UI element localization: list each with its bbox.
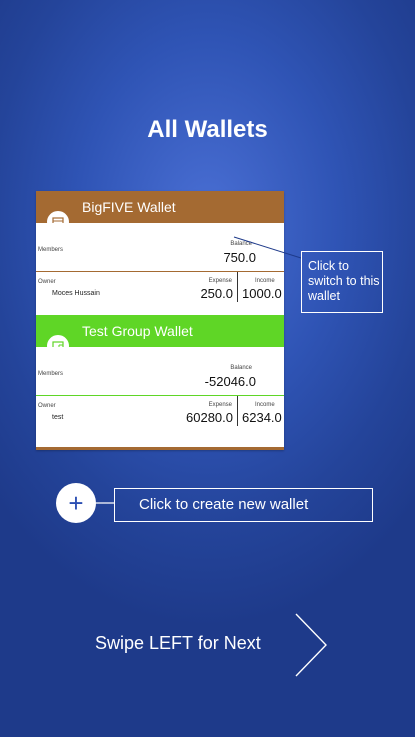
switch-wallet-tooltip: Click to switch to this wallet: [301, 251, 383, 313]
callout-connectors: [96, 236, 327, 677]
chevron-right-icon: [295, 613, 327, 677]
swipe-hint: Swipe LEFT for Next: [95, 633, 261, 653]
switch-connector-line: [233, 236, 302, 259]
create-wallet-tooltip: Click to create new wallet: [114, 488, 373, 522]
add-wallet-button[interactable]: +: [56, 483, 96, 523]
